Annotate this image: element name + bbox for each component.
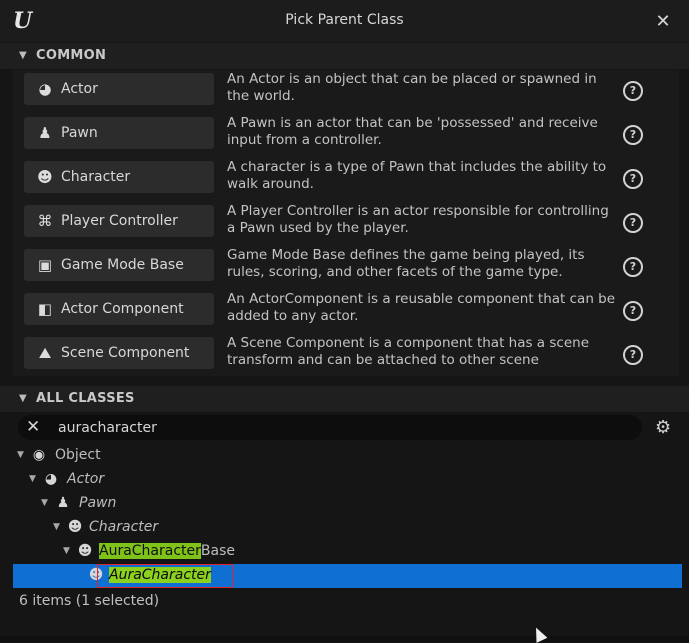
object-icon: ◉	[32, 447, 46, 463]
all-classes-section-header[interactable]: ▼ ALL CLASSES	[0, 386, 689, 412]
player-controller-class-button[interactable]: ⌘ Player Controller	[24, 205, 214, 237]
class-search-box: ✕	[18, 415, 642, 440]
gear-icon[interactable]: ⚙	[655, 417, 671, 438]
tree-expand-arrow-icon[interactable]: ▼	[17, 450, 24, 460]
tree-expand-arrow-icon[interactable]: ▼	[53, 522, 60, 532]
class-description: A Pawn is an actor that can be 'possesse…	[227, 115, 598, 148]
close-icon[interactable]: ✕	[650, 9, 676, 35]
actor-icon: ◕	[38, 80, 52, 98]
common-row-pawn: ♟ Pawn A Pawn is an actor that can be 'p…	[13, 114, 679, 154]
class-button-label: Character	[61, 169, 131, 185]
class-description: A character is a type of Pawn that inclu…	[227, 159, 607, 192]
common-classes-panel: ◕ Actor An Actor is an object that can b…	[13, 70, 679, 376]
class-button-label: Scene Component	[61, 345, 190, 361]
component-icon: ◧	[37, 300, 53, 318]
common-row-game-mode-base: ▣ Game Mode Base Game Mode Base defines …	[13, 246, 679, 286]
pawn-icon: ♟	[56, 495, 70, 511]
help-icon[interactable]: ?	[623, 345, 643, 365]
chevron-down-icon: ▼	[19, 50, 27, 61]
help-icon[interactable]: ?	[623, 125, 643, 145]
common-header-label: COMMON	[36, 48, 107, 63]
class-description: Game Mode Base defines the game being pl…	[227, 247, 585, 280]
help-icon[interactable]: ?	[623, 169, 643, 189]
game-mode-base-class-button[interactable]: ▣ Game Mode Base	[24, 249, 214, 281]
help-icon[interactable]: ?	[623, 301, 643, 321]
common-row-actor-component: ◧ Actor Component An ActorComponent is a…	[13, 290, 679, 330]
tree-node-object[interactable]: ▼ ◉ Object	[13, 444, 682, 468]
chevron-down-icon: ▼	[19, 393, 27, 404]
character-icon: ☻	[77, 543, 93, 559]
pawn-icon: ♟	[38, 124, 52, 142]
tree-node-label: Character	[89, 519, 159, 535]
tree-node-label: Actor	[67, 471, 105, 487]
all-classes-header-label: ALL CLASSES	[36, 391, 135, 406]
tree-node-label: AuraCharacterBase	[99, 543, 235, 559]
tree-expand-arrow-icon[interactable]: ▼	[63, 546, 70, 556]
clear-search-icon[interactable]: ✕	[26, 417, 40, 437]
game-mode-icon: ▣	[37, 256, 53, 274]
class-search-input[interactable]	[56, 417, 620, 439]
class-description: An Actor is an object that can be placed…	[227, 71, 597, 104]
class-button-label: Pawn	[61, 125, 98, 141]
common-row-player-controller: ⌘ Player Controller A Player Controller …	[13, 202, 679, 242]
tree-expand-arrow-icon[interactable]: ▼	[41, 498, 48, 508]
bottom-strip	[0, 636, 689, 642]
character-icon: ☻	[37, 168, 53, 186]
tree-node-character[interactable]: ▼ ☻ Character	[13, 516, 682, 540]
actor-icon: ◕	[44, 471, 58, 487]
tree-node-pawn[interactable]: ▼ ♟ Pawn	[13, 492, 682, 516]
help-icon[interactable]: ?	[623, 81, 643, 101]
class-description: An ActorComponent is a reusable componen…	[227, 291, 616, 324]
common-row-actor: ◕ Actor An Actor is an object that can b…	[13, 70, 679, 110]
scene-component-icon: ⛰	[38, 344, 52, 362]
tree-node-label: AuraCharacter	[109, 567, 211, 583]
character-icon: ☻	[67, 519, 83, 535]
tree-node-label: Object	[55, 447, 101, 463]
common-section-header[interactable]: ▼ COMMON	[0, 43, 689, 69]
tree-node-actor[interactable]: ▼ ◕ Actor	[13, 468, 682, 492]
tree-node-aura-character-base[interactable]: ▼ ☻ AuraCharacterBase	[13, 540, 682, 564]
label-suffix: Base	[200, 543, 235, 559]
pawn-class-button[interactable]: ♟ Pawn	[24, 117, 214, 149]
tree-node-label: Pawn	[79, 495, 117, 511]
actor-class-button[interactable]: ◕ Actor	[24, 73, 214, 105]
actor-component-class-button[interactable]: ◧ Actor Component	[24, 293, 214, 325]
character-class-button[interactable]: ☻ Character	[24, 161, 214, 193]
common-row-scene-component: ⛰ Scene Component A Scene Component is a…	[13, 334, 679, 374]
search-match-highlight: AuraCharacter	[99, 543, 201, 559]
help-icon[interactable]: ?	[623, 257, 643, 277]
dialog-title: Pick Parent Class	[285, 12, 404, 28]
help-icon[interactable]: ?	[623, 213, 643, 233]
gamepad-icon: ⌘	[37, 212, 53, 230]
common-row-character: ☻ Character A character is a type of Paw…	[13, 158, 679, 198]
item-count-status: 6 items (1 selected)	[19, 593, 160, 609]
class-button-label: Actor Component	[61, 301, 184, 317]
tree-expand-arrow-icon[interactable]: ▼	[29, 474, 36, 484]
scene-component-class-button[interactable]: ⛰ Scene Component	[24, 337, 214, 369]
class-button-label: Actor	[61, 81, 98, 97]
class-button-label: Player Controller	[61, 213, 178, 229]
class-description: A Player Controller is an actor responsi…	[227, 203, 609, 236]
class-description: A Scene Component is a component that ha…	[227, 335, 589, 368]
title-bar: U Pick Parent Class ✕	[0, 0, 689, 42]
tree-node-aura-character[interactable]: ☻ AuraCharacter	[13, 564, 682, 588]
search-match-highlight: AuraCharacter	[109, 567, 211, 583]
class-button-label: Game Mode Base	[61, 257, 184, 273]
